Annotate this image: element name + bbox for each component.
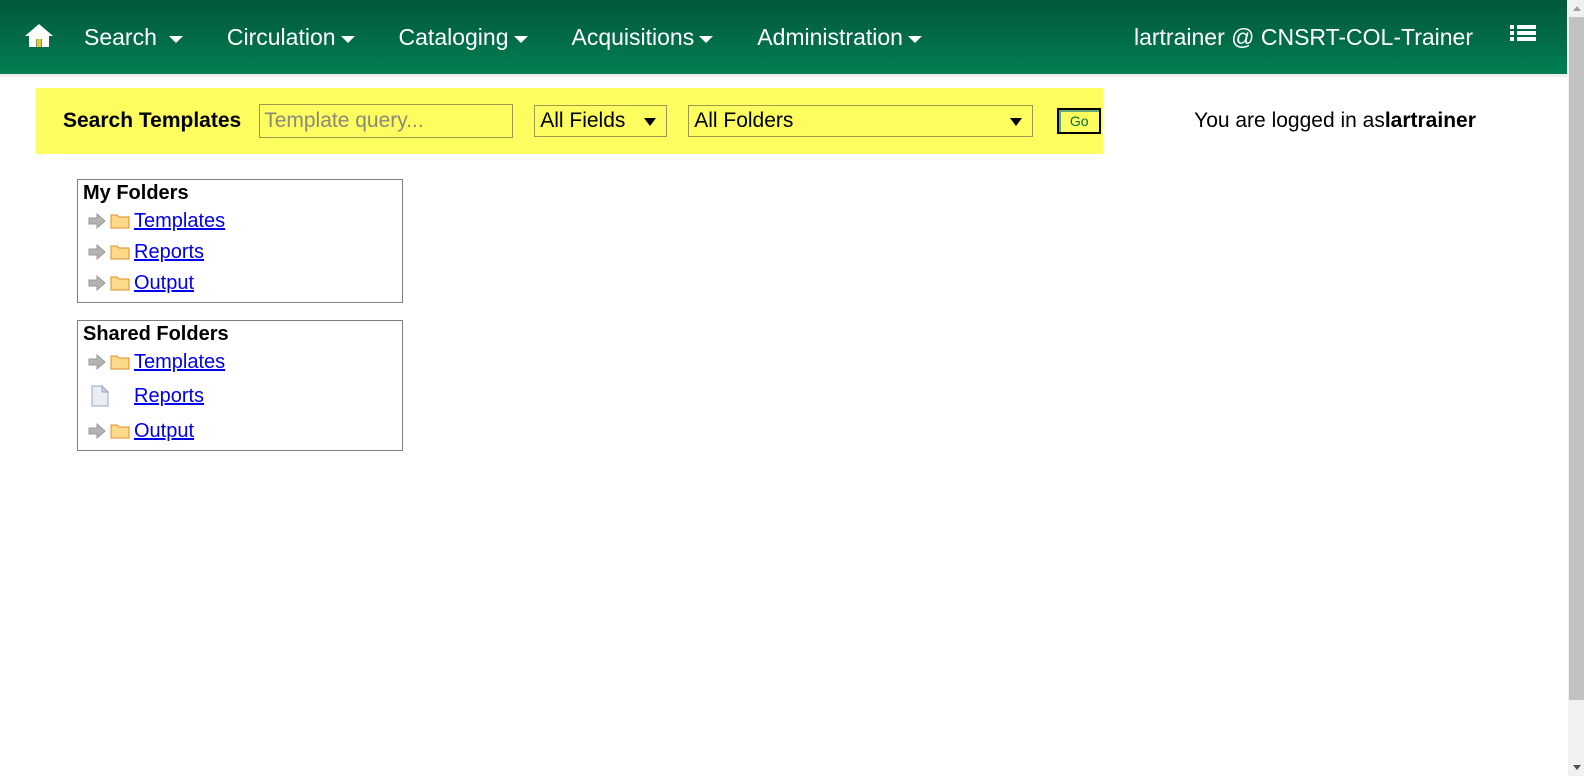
chevron-down-icon (168, 35, 183, 43)
shared-folders-title: Shared Folders (83, 323, 229, 345)
nav-item-search[interactable]: Search (62, 0, 205, 74)
search-folder-select[interactable]: All Folders (688, 105, 1034, 137)
shared-folders-link-output[interactable]: Output (134, 420, 194, 442)
chevron-down-icon (513, 35, 528, 43)
nav-item-search-label: Search (84, 24, 157, 50)
logged-in-status: You are logged in as lartrainer (1103, 88, 1567, 154)
nav-item-acquisitions[interactable]: Acquisitions (550, 0, 736, 74)
row-icon-group (88, 353, 134, 370)
my-folders-link-output[interactable]: Output (134, 272, 194, 294)
scrollbar-down-button[interactable] (1568, 759, 1584, 776)
folder-icon (110, 212, 130, 229)
home-icon (24, 21, 54, 54)
row-icon-group (88, 384, 134, 407)
search-field-select[interactable]: All Fields (534, 105, 668, 137)
chevron-down-icon (907, 35, 922, 43)
shared-folders-link-reports[interactable]: Reports (134, 385, 204, 407)
folder-icon (110, 243, 130, 260)
template-query-input[interactable] (259, 104, 514, 138)
scrollbar-up-button[interactable] (1568, 0, 1584, 17)
search-field-select-value: All Fields (540, 109, 626, 132)
template-search-bar: Search Templates All Fields All Folders … (36, 88, 1103, 154)
arrow-right-icon (88, 422, 106, 439)
arrow-right-icon (88, 274, 106, 291)
search-go-button[interactable]: Go (1057, 108, 1102, 134)
folder-icon (110, 422, 130, 439)
task-list-button[interactable] (1503, 0, 1567, 74)
chevron-up-icon (1572, 6, 1581, 11)
top-navigation-bar: Search Circulation Cataloging Acquisitio… (0, 0, 1567, 74)
nav-user-workstation[interactable]: lartrainer @ CNSRT-COL-Trainer (1134, 24, 1503, 51)
my-folders-row-reports[interactable]: Reports (78, 236, 402, 267)
nav-item-circulation[interactable]: Circulation (205, 0, 377, 74)
shared-folders-row-reports[interactable]: Reports (78, 377, 402, 415)
nav-item-cataloging-label: Cataloging (398, 24, 509, 50)
folder-icon (110, 353, 130, 370)
nav-item-circulation-label: Circulation (226, 24, 336, 50)
my-folders-panel: My Folders Templates Reports Output (77, 179, 403, 303)
logged-in-prefix: You are logged in as (1194, 109, 1385, 132)
navbar-bottom-divider (0, 74, 1567, 77)
shared-folders-panel: Shared Folders Templates Reports Output (77, 320, 403, 451)
arrow-right-icon (88, 353, 106, 370)
logged-in-username: lartrainer (1384, 109, 1476, 132)
home-button[interactable] (16, 0, 62, 74)
document-icon (91, 384, 110, 407)
page-viewport: Search Circulation Cataloging Acquisitio… (0, 0, 1567, 776)
row-icon-group (88, 243, 134, 260)
my-folders-title: My Folders (83, 182, 189, 204)
page-scrollbar[interactable] (1567, 0, 1584, 776)
chevron-down-icon (699, 35, 714, 43)
row-icon-group (88, 212, 134, 229)
shared-folders-row-templates[interactable]: Templates (78, 346, 402, 377)
my-folders-row-output[interactable]: Output (78, 267, 402, 298)
my-folders-row-templates[interactable]: Templates (78, 205, 402, 236)
nav-item-administration[interactable]: Administration (735, 0, 944, 74)
my-folders-link-templates[interactable]: Templates (134, 210, 225, 232)
shared-folders-row-output[interactable]: Output (78, 415, 402, 446)
chevron-down-icon (1572, 765, 1581, 770)
row-icon-group (88, 274, 134, 291)
search-folder-select-value: All Folders (694, 109, 794, 132)
search-templates-label: Search Templates (63, 109, 242, 132)
chevron-down-icon (644, 118, 657, 126)
arrow-right-icon (88, 212, 106, 229)
chevron-down-icon (1010, 118, 1023, 126)
my-folders-link-reports[interactable]: Reports (134, 241, 204, 263)
list-icon (1510, 24, 1536, 51)
row-icon-group (88, 422, 134, 439)
nav-item-cataloging[interactable]: Cataloging (377, 0, 550, 74)
scrollbar-thumb[interactable] (1569, 17, 1584, 700)
arrow-right-icon (88, 243, 106, 260)
nav-item-administration-label: Administration (757, 24, 903, 50)
folder-icon (110, 274, 130, 291)
nav-item-acquisitions-label: Acquisitions (571, 24, 695, 50)
shared-folders-link-templates[interactable]: Templates (134, 351, 225, 373)
chevron-down-icon (340, 35, 355, 43)
